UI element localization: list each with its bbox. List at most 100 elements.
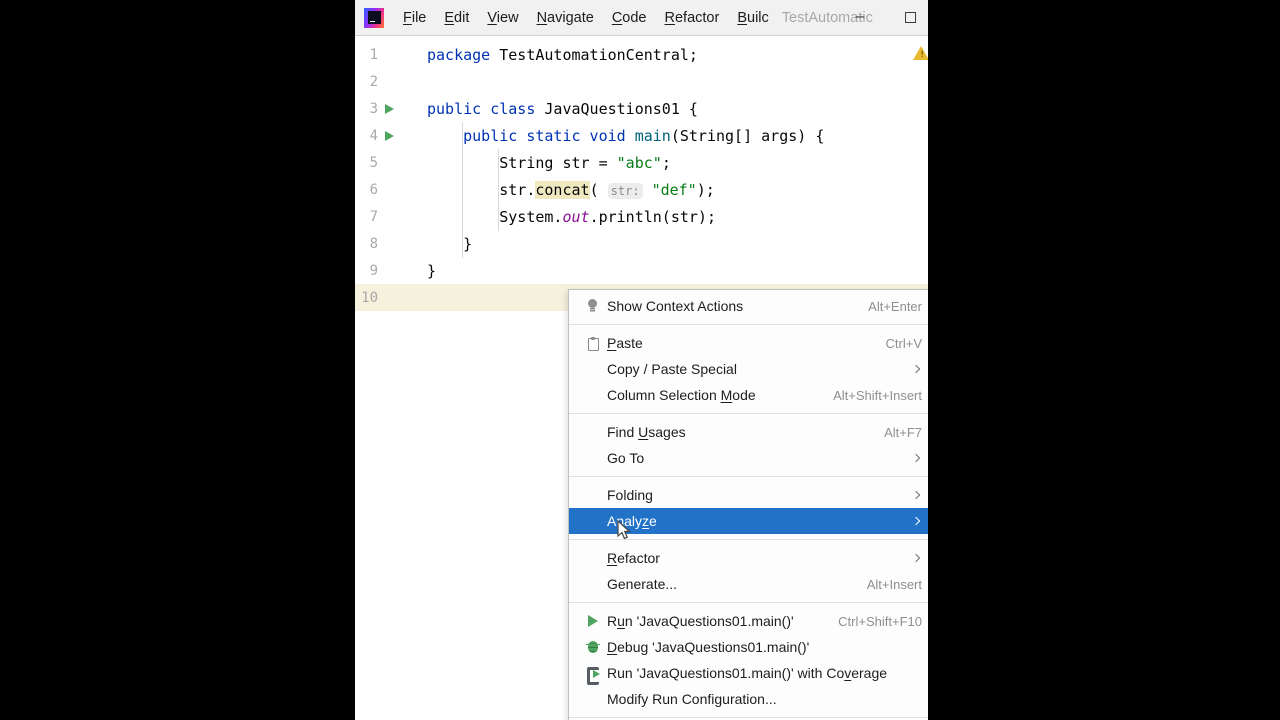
intellij-logo-icon[interactable] [364,7,384,28]
menu-item-shortcut: Alt+Shift+Insert [833,387,922,403]
menu-item-shortcut: Alt+Enter [868,298,922,314]
menu-item-label: Run 'JavaQuestions01.main()' with Covera… [607,665,888,681]
code-segment: JavaQuestions01 { [535,99,698,118]
code-segment: TestAutomationCentral; [490,45,698,64]
line-number[interactable]: 8 [355,236,378,252]
code-line-9[interactable]: 9} [355,257,928,284]
line-number[interactable]: 1 [355,47,378,63]
maximize-button[interactable] [900,8,920,28]
menu-item-label: Show Context Actions [607,298,744,314]
submenu-arrow-icon [911,364,921,374]
menu-item-generate[interactable]: Generate... Alt+Insert [569,571,928,597]
line-number[interactable]: 9 [355,263,378,279]
debug-icon [585,639,601,655]
clipboard-icon [585,335,601,351]
inspections-widget[interactable]: ! [913,46,928,62]
code-segment: public class [427,99,536,118]
menu-separator [569,602,928,603]
line-number[interactable]: 5 [355,155,378,171]
menu-item-shortcut: Alt+Insert [866,576,922,592]
menu-item-debug-javaquestions01-main[interactable]: Debug 'JavaQuestions01.main()' [569,634,928,660]
code-line-7[interactable]: 7 System.out.println(str); [355,203,928,230]
letterbox-left [0,0,355,720]
run-arrow-icon[interactable] [378,103,400,114]
line-number[interactable]: 3 [355,101,378,117]
menu-icon-placeholder [585,450,601,466]
menubar-item-builc[interactable]: Builc [728,0,777,36]
menu-item-label: Run 'JavaQuestions01.main()' [607,613,794,629]
menu-item-refactor[interactable]: Refactor [569,545,928,571]
menu-item-column-selection-mode[interactable]: Column Selection Mode Alt+Shift+Insert [569,382,928,408]
code-segment: ( [589,180,608,199]
menubar-item-code[interactable]: Code [603,0,656,36]
code-rows: 1 package TestAutomationCentral; 2 3 public … [355,37,928,311]
menubar: File Edit View Navigate Code Refactor Builc [394,0,778,36]
run-arrow-glyph [384,130,394,141]
code-segment: public static void [463,126,626,145]
submenu-arrow-icon [911,553,921,563]
code-text: String str = "abc"; [400,154,671,172]
code-line-5[interactable]: 5 String str = "abc"; [355,149,928,176]
context-menu: Show Context Actions Alt+Enter Paste Ctrl+V… [568,289,928,720]
menu-item-run-javaquestions01-main-with-coverage[interactable]: Run 'JavaQuestions01.main()' with Covera… [569,660,928,686]
menu-item-folding[interactable]: Folding [569,482,928,508]
menubar-item-refactor[interactable]: Refactor [656,0,729,36]
minimize-button[interactable]: – [846,0,874,36]
menu-icon-placeholder [585,576,601,592]
menu-item-label: Refactor [607,550,660,566]
intellij-logo-inner [367,11,381,24]
menu-item-label: Paste [607,335,643,351]
submenu-arrow-icon [911,490,921,500]
code-line-3[interactable]: 3 public class JavaQuestions01 { [355,95,928,122]
maximize-icon [904,12,916,23]
menubar-item-view[interactable]: View [478,0,527,36]
code-segment: (String[] args) { [670,126,825,145]
menu-item-shortcut: Alt+F7 [884,424,922,440]
warning-mark: ! [919,50,925,60]
code-line-4[interactable]: 4 public static void main(String[] args)… [355,122,928,149]
code-line-1[interactable]: 1 package TestAutomationCentral; [355,41,928,68]
menu-icon-placeholder [585,513,601,529]
menubar-item-navigate[interactable]: Navigate [528,0,603,36]
menubar-item-file[interactable]: File [394,0,435,36]
menu-item-go-to[interactable]: Go To [569,445,928,471]
code-segment: String str = [427,153,617,172]
mouse-cursor [617,520,632,540]
code-segment: str: [607,182,643,199]
run-arrow-icon[interactable] [378,130,400,141]
line-number[interactable]: 4 [355,128,378,144]
menu-item-label: Folding [607,487,653,503]
code-text: } [400,262,436,280]
menu-item-find-usages[interactable]: Find Usages Alt+F7 [569,419,928,445]
menu-separator [569,413,928,414]
code-text: } [400,235,472,253]
code-segment: main [634,126,671,145]
menu-icon-placeholder [585,387,601,403]
menu-item-paste[interactable]: Paste Ctrl+V [569,330,928,356]
code-segment: out [562,207,590,226]
line-number[interactable]: 10 [355,290,378,306]
code-segment: "abc" [616,153,662,172]
code-line-8[interactable]: 8 } [355,230,928,257]
run-arrow-glyph [384,103,394,114]
menubar-item-edit[interactable]: Edit [435,0,478,36]
code-line-2[interactable]: 2 [355,68,928,95]
menu-item-modify-run-configuration[interactable]: Modify Run Configuration... [569,686,928,712]
line-number[interactable]: 7 [355,209,378,225]
code-segment: concat [535,180,590,199]
code-segment: package [427,45,491,64]
line-number[interactable]: 6 [355,182,378,198]
code-segment: str. [427,180,536,199]
menu-item-copy-paste-special[interactable]: Copy / Paste Special [569,356,928,382]
menu-item-label: Modify Run Configuration... [607,691,777,707]
menu-item-label: Generate... [607,576,678,592]
menu-item-show-context-actions[interactable]: Show Context Actions Alt+Enter [569,293,928,319]
line-number[interactable]: 2 [355,74,378,90]
menu-item-run-javaquestions01-main[interactable]: Run 'JavaQuestions01.main()' Ctrl+Shift+F… [569,608,928,634]
code-text: public class JavaQuestions01 { [400,100,698,118]
code-line-6[interactable]: 6 str.concat( str: "def"); [355,176,928,203]
menu-item-label: Column Selection Mode [607,387,756,403]
menu-icon-placeholder [585,691,601,707]
submenu-arrow-icon [911,453,921,463]
